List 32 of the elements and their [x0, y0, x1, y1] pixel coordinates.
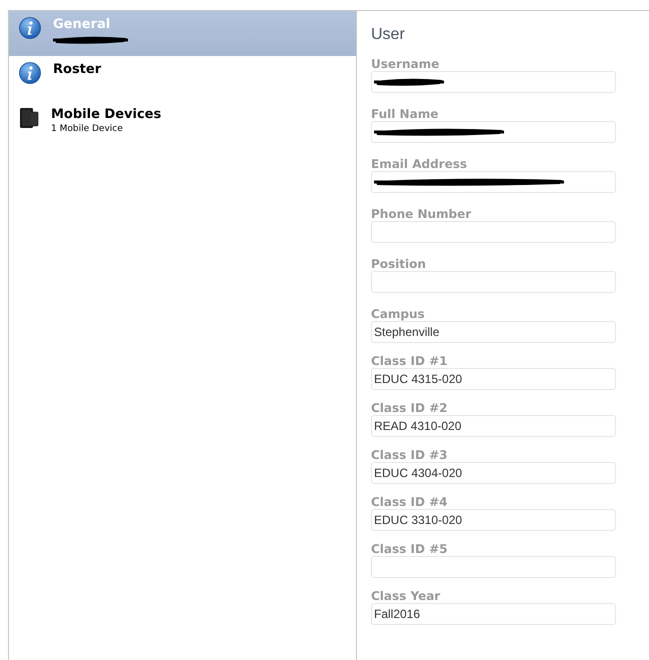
- item-title: Mobile Devices: [51, 107, 162, 123]
- input-field[interactable]: EDUC 4304-020: [371, 462, 616, 484]
- input-field[interactable]: READ 4310-020: [371, 415, 616, 437]
- field-label: Class ID #3: [371, 448, 448, 462]
- field-label: Class ID #1: [371, 354, 448, 368]
- field-label: Class Year: [371, 589, 442, 603]
- field-label: Email Address: [371, 157, 468, 171]
- input-field[interactable]: EDUC 3310-020: [371, 509, 616, 531]
- item-title: Roster: [53, 62, 102, 78]
- field-label: Position: [371, 257, 427, 271]
- input-field[interactable]: Fall2016: [371, 603, 616, 625]
- field-label: Campus: [371, 307, 426, 321]
- item-title: General: [53, 17, 112, 33]
- input-field[interactable]: [371, 71, 616, 93]
- input-field[interactable]: [371, 171, 616, 193]
- panel-title: User: [371, 25, 406, 45]
- input-field[interactable]: [371, 221, 616, 243]
- field-label: Class ID #2: [371, 401, 448, 415]
- input-field[interactable]: [371, 121, 616, 143]
- field-label: Class ID #5: [371, 542, 448, 556]
- input-field[interactable]: Stephenville: [371, 321, 616, 343]
- input-field[interactable]: EDUC 4315-020: [371, 368, 616, 390]
- item-subtitle: 1 Mobile Device: [51, 123, 124, 135]
- input-field[interactable]: [371, 556, 616, 578]
- info-icon: [19, 62, 41, 84]
- mobile-device-icon: [19, 107, 39, 129]
- field-label: Class ID #4: [371, 495, 448, 509]
- field-label: Phone Number: [371, 207, 472, 221]
- info-icon: [19, 17, 41, 39]
- field-label: Username: [371, 57, 440, 71]
- input-field[interactable]: [371, 271, 616, 293]
- field-label: Full Name: [371, 107, 440, 121]
